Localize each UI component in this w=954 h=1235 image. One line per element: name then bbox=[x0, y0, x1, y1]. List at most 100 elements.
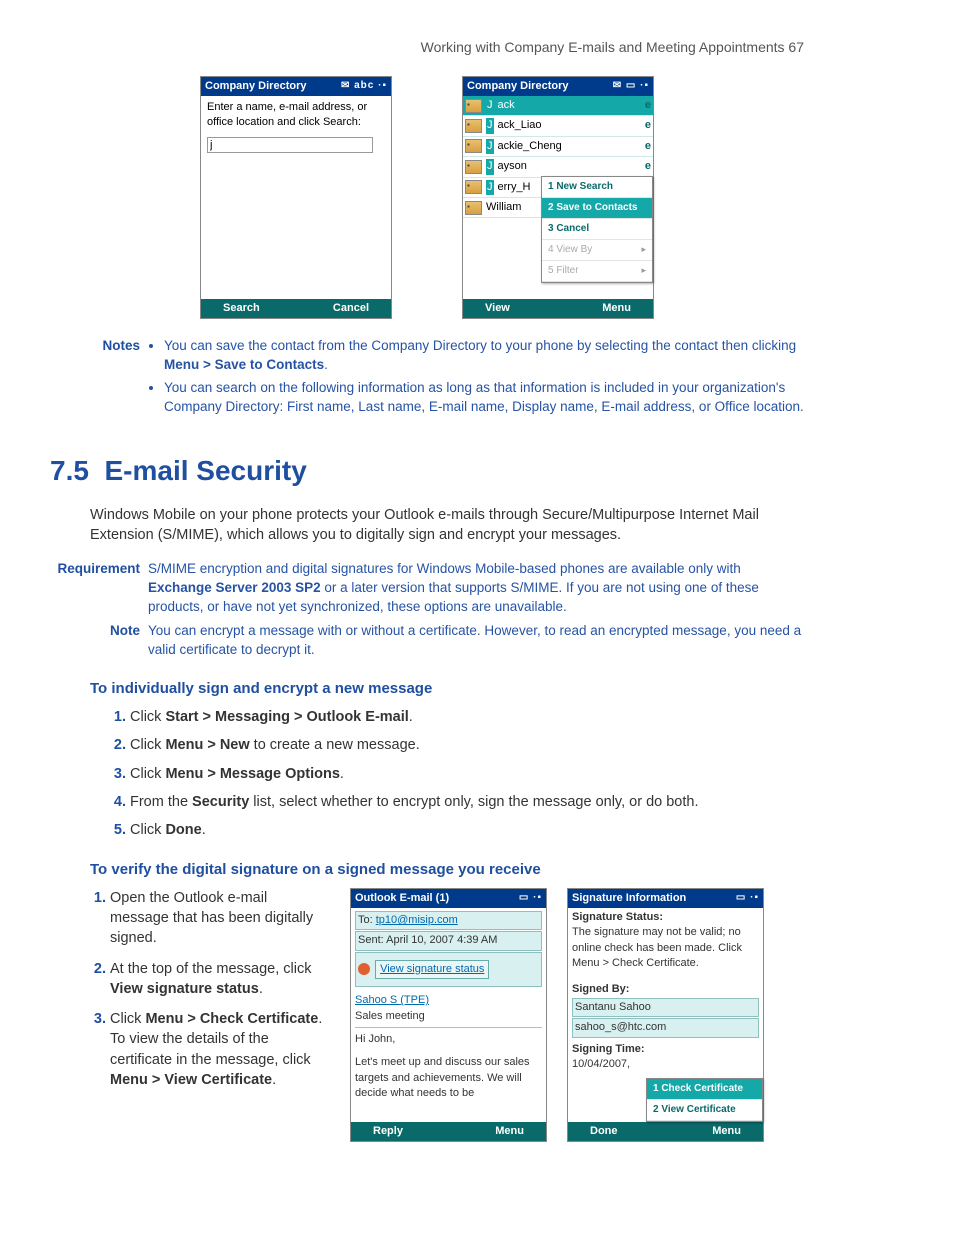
step-item: Click Menu > Message Options. bbox=[130, 764, 804, 784]
contact-name: ack_Liao bbox=[498, 118, 542, 133]
menu-item[interactable]: 1 Check Certificate bbox=[647, 1079, 762, 1100]
step-item: Open the Outlook e-mail message that has… bbox=[110, 888, 330, 949]
submenu-arrow-icon: ▸ bbox=[641, 264, 646, 277]
req-bold: Exchange Server 2003 SP2 bbox=[148, 580, 321, 595]
section-heading: 7.5 E-mail Security bbox=[50, 451, 804, 490]
softkey-menu[interactable]: Menu bbox=[690, 1122, 763, 1141]
signing-time-label: Signing Time: bbox=[572, 1042, 759, 1057]
contact-name: William bbox=[486, 200, 521, 215]
sign-encrypt-steps: Click Start > Messaging > Outlook E-mail… bbox=[110, 707, 804, 840]
badge-icon bbox=[358, 963, 370, 975]
status-icons: ▭ ·▪ bbox=[519, 891, 542, 905]
e-indicator: e bbox=[645, 118, 651, 133]
section-number: 7.5 bbox=[50, 455, 89, 486]
signed-by-email: sahoo_s@htc.com bbox=[572, 1018, 759, 1037]
subheading-sign-encrypt: To individually sign and encrypt a new m… bbox=[90, 678, 804, 699]
status-label: Signature Status: bbox=[572, 910, 759, 925]
softkey-bar: Done Menu bbox=[568, 1122, 763, 1141]
contact-icon: ▪ bbox=[465, 99, 482, 113]
menu-item[interactable]: 1 New Search bbox=[542, 177, 652, 198]
context-menu[interactable]: 1 New Search2 Save to Contacts3 Cancel4 … bbox=[541, 176, 653, 283]
contact-icon: ▪ bbox=[465, 180, 482, 194]
softkey-view[interactable]: View bbox=[463, 299, 532, 318]
directory-row[interactable]: ▪ Jackie_Cheng e bbox=[463, 137, 653, 157]
subheading-verify: To verify the digital signature on a sig… bbox=[90, 859, 804, 880]
menu-item[interactable]: 2 Save to Contacts bbox=[542, 198, 652, 219]
match-highlight: J bbox=[486, 139, 494, 154]
softkey-done[interactable]: Done bbox=[568, 1122, 640, 1141]
signed-by-label: Signed By: bbox=[572, 982, 759, 997]
notes-list: You can save the contact from the Compan… bbox=[148, 337, 804, 421]
signed-by-name: Santanu Sahoo bbox=[572, 998, 759, 1017]
message-text: Let's meet up and discuss our sales targ… bbox=[355, 1055, 542, 1101]
title-text: Company Directory bbox=[205, 79, 306, 94]
subject-line: Sales meeting bbox=[355, 1009, 542, 1028]
step-item: Click Done. bbox=[130, 820, 804, 840]
menu-item: 5 Filter▸ bbox=[542, 261, 652, 282]
contact-icon: ▪ bbox=[465, 160, 482, 174]
page-header: Working with Company E-mails and Meeting… bbox=[50, 38, 804, 58]
section-title: E-mail Security bbox=[105, 455, 307, 486]
contact-name: erry_H bbox=[498, 180, 531, 195]
greeting: Hi John, bbox=[355, 1032, 542, 1047]
note-text: You can encrypt a message with or withou… bbox=[148, 622, 804, 660]
status-text: The signature may not be valid; no onlin… bbox=[572, 925, 759, 971]
menu-item[interactable]: 2 View Certificate bbox=[647, 1100, 762, 1121]
requirement-text: S/MIME encryption and digital signatures… bbox=[148, 560, 804, 617]
contact-icon: ▪ bbox=[465, 201, 482, 215]
menu-item[interactable]: 3 Cancel bbox=[542, 219, 652, 240]
search-prompt: Enter a name, e-mail address, or office … bbox=[207, 100, 385, 131]
sig-info-body: Signature Status: The signature may not … bbox=[568, 908, 763, 1122]
contact-name: ackie_Cheng bbox=[498, 139, 562, 154]
sig-status-row: View signature status bbox=[355, 952, 542, 987]
softkey-bar: Search Cancel bbox=[201, 299, 391, 318]
softkey-search[interactable]: Search bbox=[201, 299, 282, 318]
step-item: Click Menu > New to create a new message… bbox=[130, 735, 804, 755]
softkey-menu[interactable]: Menu bbox=[473, 1122, 546, 1141]
softkey-bar: View Menu bbox=[463, 299, 653, 318]
contact-icon: ▪ bbox=[465, 119, 482, 133]
from-name[interactable]: Sahoo S (TPE) bbox=[355, 993, 542, 1008]
title-text: Signature Information bbox=[572, 891, 686, 906]
directory-row[interactable]: ▪Jack_Liaoe bbox=[463, 116, 653, 136]
to-address[interactable]: tp10@misip.com bbox=[376, 914, 458, 926]
titlebar: Outlook E-mail (1) ▭ ·▪ bbox=[351, 889, 546, 908]
verify-steps-col: Open the Outlook e-mail message that has… bbox=[90, 888, 330, 1101]
titlebar: Company Directory ✉ abc ·▪ bbox=[201, 77, 391, 96]
step-item: Click Menu > Check Certificate. To view … bbox=[110, 1009, 330, 1090]
softkey-bar: Reply Menu bbox=[351, 1122, 546, 1141]
directory-row[interactable]: ▪Jacke bbox=[463, 96, 653, 116]
directory-row[interactable]: ▪Jaysone bbox=[463, 157, 653, 177]
contact-icon: ▪ bbox=[465, 139, 482, 153]
e-indicator: e bbox=[645, 139, 651, 154]
phone-screen-signature-info: Signature Information ▭ ·▪ Signature Sta… bbox=[567, 888, 764, 1143]
step-item: Click Start > Messaging > Outlook E-mail… bbox=[130, 707, 804, 727]
contact-name: ayson bbox=[498, 159, 527, 174]
company-directory-screens: Company Directory ✉ abc ·▪ Enter a name,… bbox=[50, 76, 804, 320]
softkey-menu[interactable]: Menu bbox=[580, 299, 653, 318]
titlebar: Signature Information ▭ ·▪ bbox=[568, 889, 763, 908]
context-menu[interactable]: 1 Check Certificate2 View Certificate bbox=[646, 1078, 763, 1122]
softkey-reply[interactable]: Reply bbox=[351, 1122, 425, 1141]
note-item: You can search on the following informat… bbox=[164, 379, 804, 417]
menu-item: 4 View By▸ bbox=[542, 240, 652, 261]
verify-section: Open the Outlook e-mail message that has… bbox=[90, 888, 804, 1143]
search-input[interactable] bbox=[207, 137, 373, 153]
titlebar: Company Directory ✉ ▭ ·▪ bbox=[463, 77, 653, 96]
match-highlight: J bbox=[486, 98, 494, 113]
view-signature-button[interactable]: View signature status bbox=[375, 960, 489, 979]
phone-screen-directory-search: Company Directory ✉ abc ·▪ Enter a name,… bbox=[200, 76, 392, 320]
results-body: ▪Jacke▪Jack_Liaoe▪Jackie_Chenge▪Jaysone▪… bbox=[463, 96, 653, 299]
to-label: To: bbox=[358, 914, 376, 926]
status-icons: ✉ ▭ ·▪ bbox=[613, 79, 649, 93]
req-pre: S/MIME encryption and digital signatures… bbox=[148, 561, 741, 576]
match-highlight: J bbox=[486, 180, 494, 195]
e-indicator: e bbox=[645, 98, 651, 113]
submenu-arrow-icon: ▸ bbox=[641, 243, 646, 256]
requirement-block: Requirement S/MIME encryption and digita… bbox=[50, 560, 804, 617]
signing-time-value: 10/04/2007, bbox=[572, 1057, 759, 1072]
to-line: To: tp10@misip.com bbox=[355, 911, 542, 930]
step-item: At the top of the message, click View si… bbox=[110, 959, 330, 1000]
softkey-cancel[interactable]: Cancel bbox=[311, 299, 391, 318]
requirement-label: Requirement bbox=[50, 560, 148, 617]
